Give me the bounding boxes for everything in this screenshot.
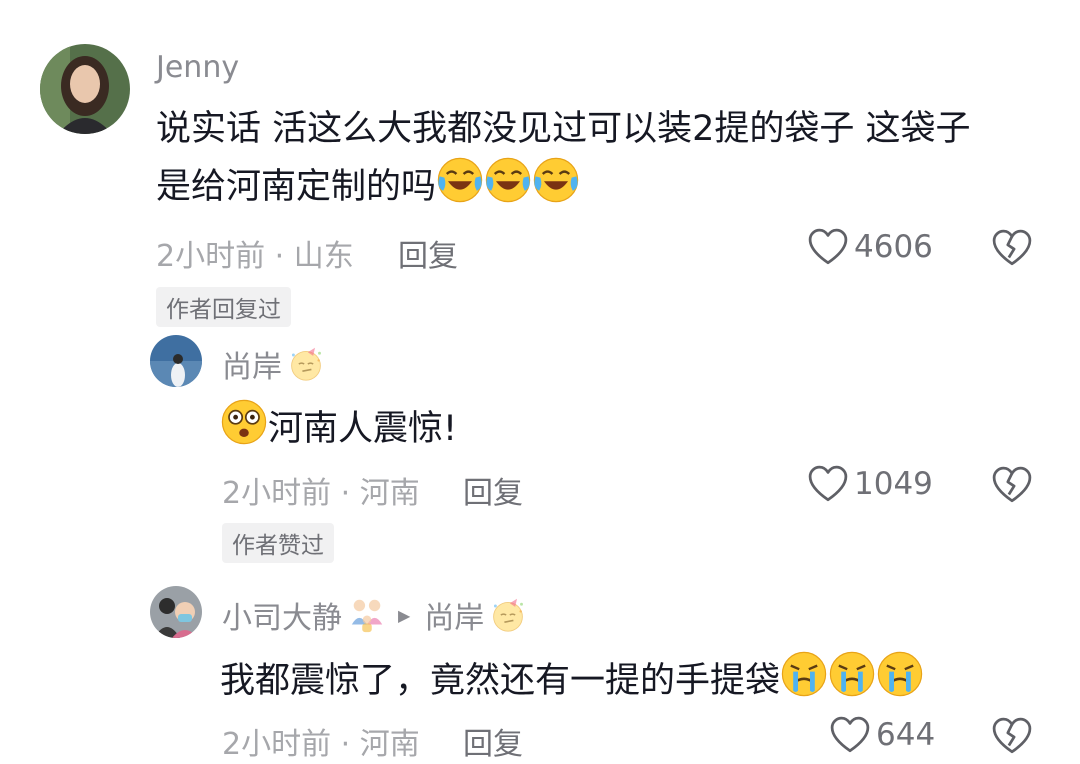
heart-icon [830,716,870,753]
crying-face-emoji [781,651,827,697]
party-face-emoji [493,597,525,633]
comment-text-line2: 是给河南定制的吗 [156,167,437,207]
comment-username[interactable]: 尚岸 [222,342,324,386]
comment-meta: 2小时前 · 河南 [222,476,420,511]
heart-icon [808,465,848,502]
comment-username[interactable]: 小司大静 ▶ 尚岸 [222,593,526,637]
crying-face-emoji [877,651,923,697]
avatar[interactable] [40,44,130,134]
reply-button[interactable]: 回复 [463,468,523,512]
comment-meta: 2小时前 · 河南 [222,727,420,762]
reply-button[interactable]: 回复 [463,719,523,763]
comment-meta: 2小时前 · 山东 [156,239,354,274]
laugh-cry-emoji [437,157,483,203]
reply-username: 小司大静 [222,601,342,636]
comment-text: 说实话 活这么大我都没见过可以装2提的袋子 这袋子 是给河南定制的吗 [156,102,1036,214]
author-liked-badge: 作者赞过 [222,523,334,563]
comment-text: 河南人震惊! [220,398,457,456]
reply-arrow-icon: ▶ [398,605,411,625]
heart-icon [808,228,848,265]
shocked-face-emoji [221,399,267,445]
like-count: 1049 [854,466,933,502]
laugh-cry-emoji [485,157,531,203]
broken-heart-icon[interactable] [992,466,1032,504]
avatar[interactable] [150,335,202,387]
like-button[interactable]: 1049 [808,465,933,503]
comment-username[interactable]: Jenny [156,50,239,85]
reply-username: 尚岸 [222,350,282,385]
reply-text: 河南人震惊! [268,409,458,449]
broken-heart-icon[interactable] [992,229,1032,267]
avatar[interactable] [150,586,202,638]
like-count: 4606 [854,229,933,265]
comment-text-line: 说实话 活这么大我都没见过可以装2提的袋子 这袋子 [156,109,971,149]
broken-heart-icon[interactable] [992,717,1032,755]
crying-face-emoji [829,651,875,697]
comment-text: 我都震惊了，竟然还有一提的手提袋 [220,650,924,708]
family-emoji [351,599,383,633]
party-face-emoji [290,346,322,382]
reply-text: 我都震惊了，竟然还有一提的手提袋 [220,661,781,701]
like-button[interactable]: 4606 [808,228,933,266]
reply-to-username: 尚岸 [424,601,485,636]
laugh-cry-emoji [533,157,579,203]
comment-text-line: 是给河南定制的吗 [156,156,1036,214]
like-button[interactable]: 644 [830,716,935,754]
reply-button[interactable]: 回复 [398,231,458,275]
like-count: 644 [876,717,936,753]
author-replied-badge: 作者回复过 [156,287,291,327]
